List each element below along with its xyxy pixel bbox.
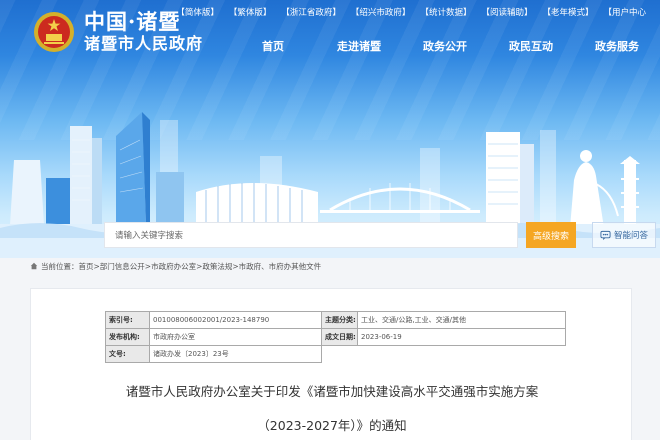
header-banner: 中国·诸暨 诸暨市人民政府 【简体版】 【繁体版】 【浙江省政府】 【绍兴市政府… — [0, 0, 660, 258]
search-bar: 高级搜索 智能问答 — [104, 222, 656, 248]
meta-publisher-label: 发布机构: — [105, 328, 150, 346]
toplink-user-center[interactable]: 【用户中心 — [599, 6, 650, 18]
breadcrumb-text[interactable]: 当前位置：首页>部门信息公开>市政府办公室>政策法规>市政府、市府办其他文件 — [41, 261, 321, 272]
meta-date-label: 成文日期: — [321, 328, 358, 346]
smart-qa-label: 智能问答 — [613, 231, 648, 241]
nav-interaction[interactable]: 政民互动 — [488, 38, 574, 54]
meta-row: 文号: 诸政办发〔2023〕23号 — [105, 345, 566, 363]
meta-row: 索引号: 001008006002001/2023-148790 主题分类: 工… — [105, 311, 566, 329]
meta-row: 发布机构: 市政府办公室 成文日期: 2023-06-19 — [105, 328, 566, 346]
document-title-line1: 诸暨市人民政府办公室关于印发《诸暨市加快建设高水平交通强市实施方案 — [125, 384, 539, 399]
meta-empty-cell — [322, 346, 358, 363]
toplink-shaoxing-gov[interactable]: 【绍兴市政府】 — [347, 6, 415, 18]
document-title-line2: （2023-2027年）》的通知 — [257, 418, 407, 433]
top-links: 【简体版】 【繁体版】 【浙江省政府】 【绍兴市政府】 【统计数据】 【阅读辅助… — [172, 6, 650, 18]
meta-index-label: 索引号: — [105, 311, 150, 329]
meta-docno-value: 诸政办发〔2023〕23号 — [149, 345, 322, 363]
meta-topic-value: 工业、交通/公路,工业、交通/其他 — [357, 311, 566, 329]
article-card: 索引号: 001008006002001/2023-148790 主题分类: 工… — [30, 288, 632, 440]
document-meta-table: 索引号: 001008006002001/2023-148790 主题分类: 工… — [105, 311, 566, 363]
toplink-reading-aid[interactable]: 【阅读辅助】 — [477, 6, 536, 18]
meta-publisher-value: 市政府办公室 — [149, 328, 322, 346]
toplink-traditional[interactable]: 【繁体版】 — [225, 6, 276, 18]
nav-home[interactable]: 首页 — [230, 38, 316, 54]
breadcrumb: 当前位置：首页>部门信息公开>市政府办公室>政策法规>市政府、市府办其他文件 — [30, 259, 321, 273]
nav-gov-services[interactable]: 政务服务 — [574, 38, 660, 54]
search-input[interactable] — [105, 224, 517, 248]
meta-empty-cell — [358, 346, 566, 363]
nav-about-zhuji[interactable]: 走进诸暨 — [316, 38, 402, 54]
meta-date-value: 2023-06-19 — [357, 328, 566, 346]
search-box — [104, 222, 518, 248]
meta-index-value: 001008006002001/2023-148790 — [149, 311, 322, 329]
smart-qa-button[interactable]: 智能问答 — [592, 222, 656, 248]
home-icon — [30, 262, 38, 270]
toplink-statistics[interactable]: 【统计数据】 — [416, 6, 475, 18]
meta-docno-label: 文号: — [105, 345, 150, 363]
toplink-elderly-mode[interactable]: 【老年模式】 — [538, 6, 597, 18]
advanced-search-button[interactable]: 高级搜索 — [526, 222, 576, 248]
national-emblem-icon — [34, 12, 74, 52]
meta-topic-label: 主题分类: — [321, 311, 358, 329]
site-name-gov: 诸暨市人民政府 — [84, 34, 204, 53]
toplink-simplified[interactable]: 【简体版】 — [172, 6, 223, 18]
chat-bubble-icon — [600, 230, 611, 240]
nav-gov-disclosure[interactable]: 政务公开 — [402, 38, 488, 54]
main-nav: 首页 走进诸暨 政务公开 政民互动 政务服务 — [230, 38, 660, 54]
toplink-zhejiang-gov[interactable]: 【浙江省政府】 — [277, 6, 345, 18]
